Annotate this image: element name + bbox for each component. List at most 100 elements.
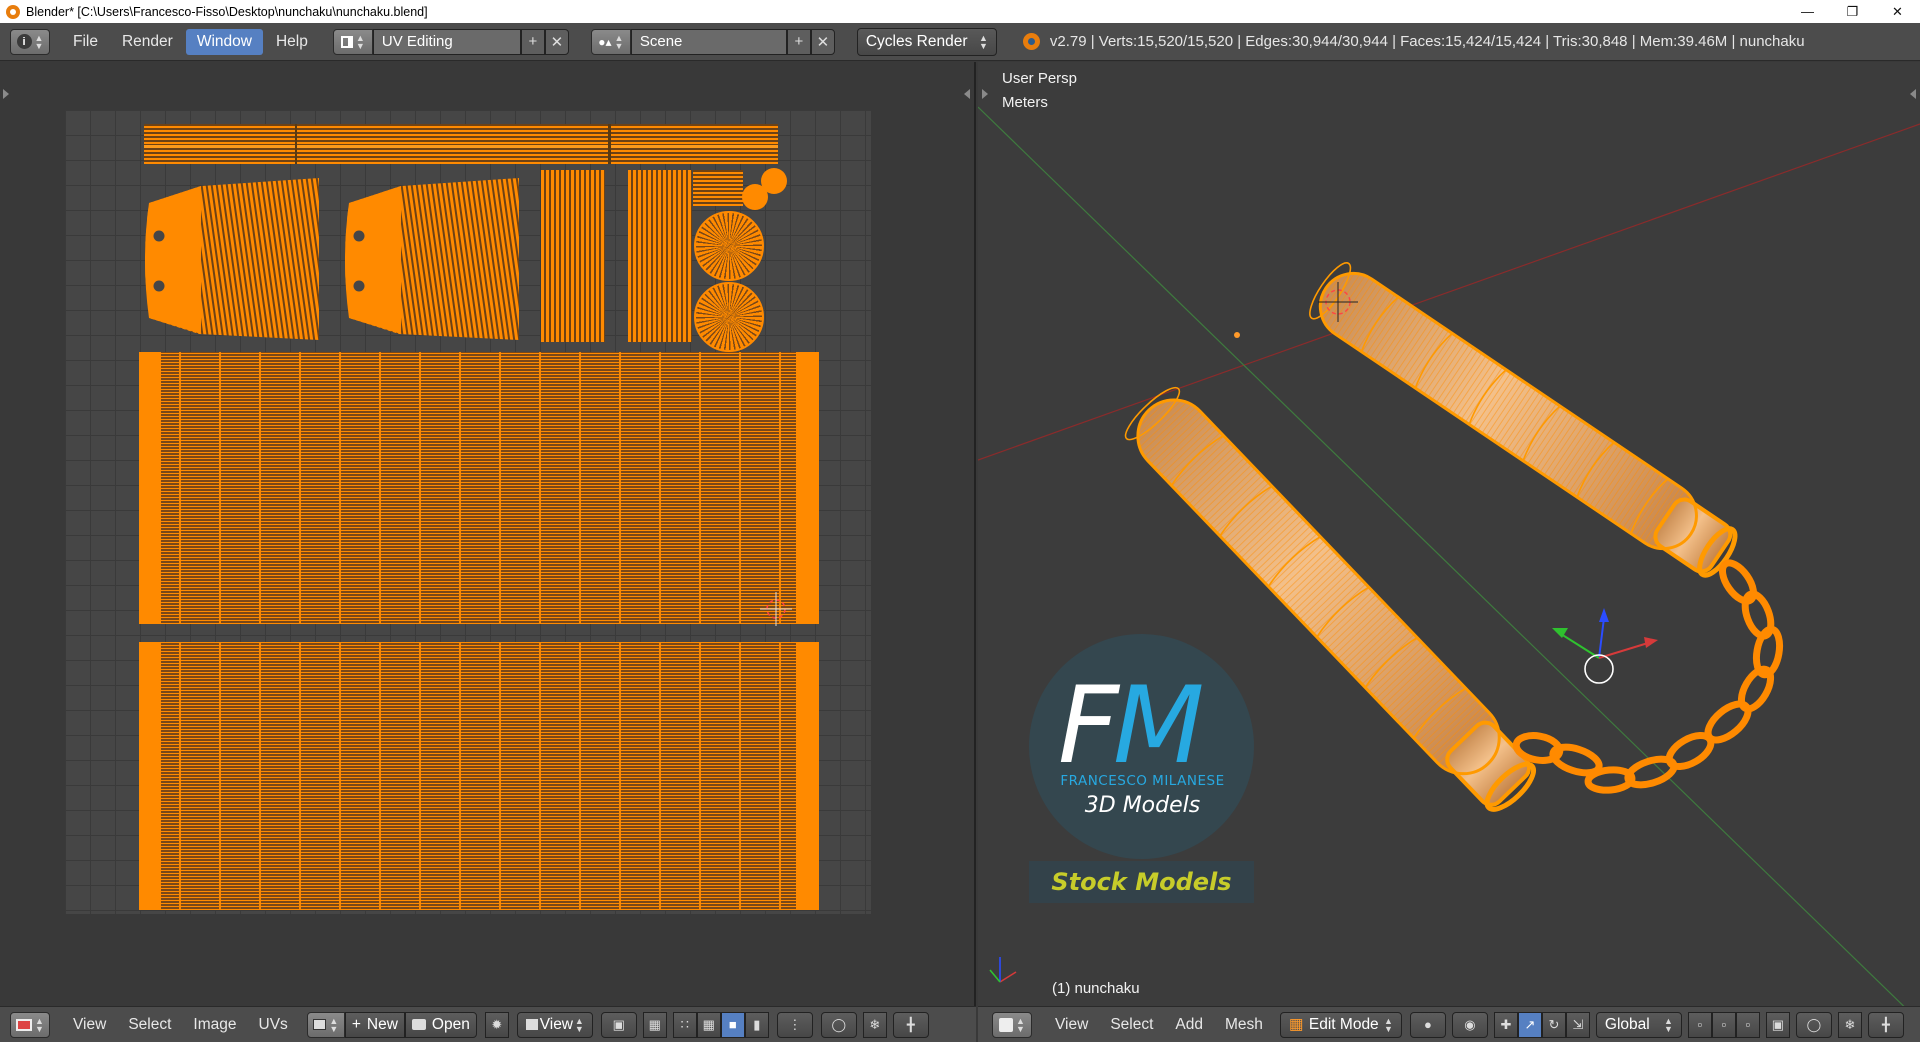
uv-island-edge bbox=[139, 352, 161, 624]
render-engine-dropdown[interactable]: Cycles Render ▲ ▼ bbox=[856, 27, 997, 56]
view-mode-dropdown[interactable]: View ▲ ▼ bbox=[516, 1011, 593, 1038]
uv-island[interactable] bbox=[628, 170, 692, 342]
folder-icon bbox=[411, 1019, 426, 1030]
menu-help[interactable]: Help bbox=[265, 29, 319, 55]
edge-select-icon[interactable]: ▦ bbox=[696, 1011, 721, 1038]
uv-island[interactable] bbox=[742, 184, 768, 210]
snap-element-dropdown[interactable]: ╋ bbox=[1867, 1011, 1904, 1038]
uv-island[interactable] bbox=[139, 642, 819, 910]
uv-image-editor[interactable] bbox=[0, 62, 976, 1006]
uv-island-seam bbox=[295, 124, 297, 164]
edge-select-icon[interactable]: ▫ bbox=[1711, 1011, 1736, 1038]
transform-orientation-dropdown[interactable]: Global ▲ ▼ bbox=[1595, 1011, 1682, 1038]
menu-uvs[interactable]: UVs bbox=[248, 1012, 299, 1038]
minimize-icon[interactable]: — bbox=[1785, 0, 1830, 23]
3d-view-header: ▲ ▼ View Select Add Mesh ▦ Edit Mode ▲ ▼ ●… bbox=[978, 1006, 1920, 1042]
image-editor-icon bbox=[16, 1018, 33, 1031]
remove-scene-icon[interactable]: ✕ bbox=[810, 28, 835, 55]
snap-icon[interactable]: ❄ bbox=[1837, 1011, 1862, 1038]
uv-island-edge bbox=[796, 352, 819, 624]
snap-icon[interactable]: ❄ bbox=[862, 1011, 887, 1038]
open-image-button[interactable]: Open bbox=[404, 1011, 477, 1038]
island-select-icon[interactable]: ▮ bbox=[744, 1011, 769, 1038]
menu-file[interactable]: File bbox=[62, 29, 109, 55]
rotate-manipulator-icon[interactable]: ↻ bbox=[1541, 1011, 1566, 1038]
screen-layout-browse[interactable]: ▲ ▼ bbox=[332, 28, 373, 55]
uv-island[interactable] bbox=[139, 352, 819, 624]
area-corner-icon[interactable] bbox=[3, 89, 9, 99]
menu-render[interactable]: Render bbox=[111, 29, 184, 55]
proportional-edit-dropdown[interactable]: ◯ bbox=[820, 1011, 857, 1038]
uv-island-seam bbox=[144, 145, 778, 148]
manipulator-toggle-icon[interactable]: ✚ bbox=[1493, 1011, 1518, 1038]
uv-island[interactable] bbox=[694, 282, 764, 352]
pin-icon[interactable]: ✹ bbox=[484, 1011, 509, 1038]
viewport-object-label: (1) nunchaku bbox=[1052, 980, 1140, 997]
restore-icon[interactable]: ❐ bbox=[1830, 0, 1875, 23]
info-header: i ▲ ▼ File Render Window Help ▲ ▼ UV Editi… bbox=[0, 23, 1920, 61]
image-browse-button[interactable]: ▲ ▼ bbox=[306, 1011, 345, 1038]
viewport-shading-dropdown[interactable]: ● bbox=[1409, 1011, 1446, 1038]
screen-layout-field[interactable]: UV Editing bbox=[372, 28, 521, 55]
limit-selection-icon[interactable]: ▣ bbox=[1765, 1011, 1790, 1038]
face-select-icon[interactable]: ■ bbox=[720, 1011, 745, 1038]
area-corner-icon[interactable] bbox=[964, 89, 970, 99]
updown-icon: ▲ ▼ bbox=[34, 32, 44, 51]
nunchaku-chain bbox=[1512, 559, 1784, 794]
editor-type-button[interactable]: i ▲ ▼ bbox=[10, 28, 50, 55]
uv-island[interactable] bbox=[144, 124, 778, 164]
layout-grid-icon bbox=[340, 35, 353, 48]
menu-window[interactable]: Window bbox=[185, 28, 263, 55]
face-select-icon[interactable]: ▫ bbox=[1735, 1011, 1760, 1038]
pivot-dropdown[interactable]: ▣ bbox=[600, 1011, 637, 1038]
mode-dropdown[interactable]: ▦ Edit Mode ▲ ▼ bbox=[1279, 1011, 1402, 1038]
2d-cursor-icon[interactable] bbox=[760, 592, 792, 626]
menu-select[interactable]: Select bbox=[117, 1012, 182, 1038]
sync-selection-icon[interactable]: ▦ bbox=[642, 1011, 667, 1038]
logo-subtitle: 3D Models bbox=[1084, 793, 1201, 818]
uv-island[interactable] bbox=[341, 178, 521, 340]
menu-mesh[interactable]: Mesh bbox=[1214, 1012, 1274, 1038]
plus-icon: + bbox=[351, 1015, 361, 1033]
translate-manipulator-icon[interactable]: ↗ bbox=[1517, 1011, 1542, 1038]
uv-island-seam bbox=[608, 124, 611, 164]
add-scene-icon[interactable]: + bbox=[786, 28, 811, 55]
menu-select[interactable]: Select bbox=[1099, 1012, 1164, 1038]
vertex-select-icon[interactable]: ▫ bbox=[1687, 1011, 1712, 1038]
uv-island[interactable] bbox=[694, 211, 764, 281]
image-icon bbox=[313, 1019, 327, 1030]
scene-icon: ●▴ bbox=[598, 34, 612, 49]
scene-browse[interactable]: ●▴ ▲ ▼ bbox=[590, 28, 631, 55]
render-engine-label: Cycles Render bbox=[865, 32, 968, 50]
scene-field[interactable]: Scene bbox=[630, 28, 787, 55]
sticky-select-dropdown[interactable]: ⋮ bbox=[776, 1011, 813, 1038]
proportional-edit-dropdown[interactable]: ◯ bbox=[1795, 1011, 1832, 1038]
scale-manipulator-icon[interactable]: ⇲ bbox=[1565, 1011, 1590, 1038]
editor-type-button[interactable]: ▲ ▼ bbox=[10, 1011, 50, 1038]
editor-type-button[interactable]: ▲ ▼ bbox=[992, 1011, 1032, 1038]
new-image-button[interactable]: + New bbox=[344, 1011, 405, 1038]
window-title: Blender* [C:\Users\Francesco-Fisso\Deskt… bbox=[26, 4, 428, 19]
add-layout-icon[interactable]: + bbox=[520, 28, 545, 55]
vertex-select-icon[interactable]: ∷ bbox=[672, 1011, 697, 1038]
logo-monogram: FM bbox=[1058, 664, 1204, 787]
snap-element-dropdown[interactable]: ╋ bbox=[892, 1011, 929, 1038]
uv-island[interactable] bbox=[541, 170, 605, 342]
logo-name: FRANCESCO MILANESE bbox=[1060, 773, 1225, 789]
view-mode-icon bbox=[525, 1019, 538, 1030]
menu-view[interactable]: View bbox=[62, 1012, 117, 1038]
viewport-view-name: User Persp bbox=[1002, 70, 1078, 87]
uv-island[interactable] bbox=[141, 178, 321, 340]
remove-layout-icon[interactable]: ✕ bbox=[544, 28, 569, 55]
menu-add[interactable]: Add bbox=[1164, 1012, 1214, 1038]
menu-view[interactable]: View bbox=[1044, 1012, 1099, 1038]
menu-image[interactable]: Image bbox=[182, 1012, 247, 1038]
edit-mode-icon: ▦ bbox=[1288, 1016, 1304, 1033]
pivot-point-dropdown[interactable]: ◉ bbox=[1451, 1011, 1488, 1038]
window-controls: — ❐ ✕ bbox=[1785, 0, 1920, 23]
uv-grid[interactable] bbox=[65, 110, 871, 914]
uv-island[interactable] bbox=[693, 170, 743, 206]
close-icon[interactable]: ✕ bbox=[1875, 0, 1920, 23]
uv-island-edge bbox=[139, 642, 161, 910]
nunchaku-stick-right bbox=[1309, 262, 1738, 578]
